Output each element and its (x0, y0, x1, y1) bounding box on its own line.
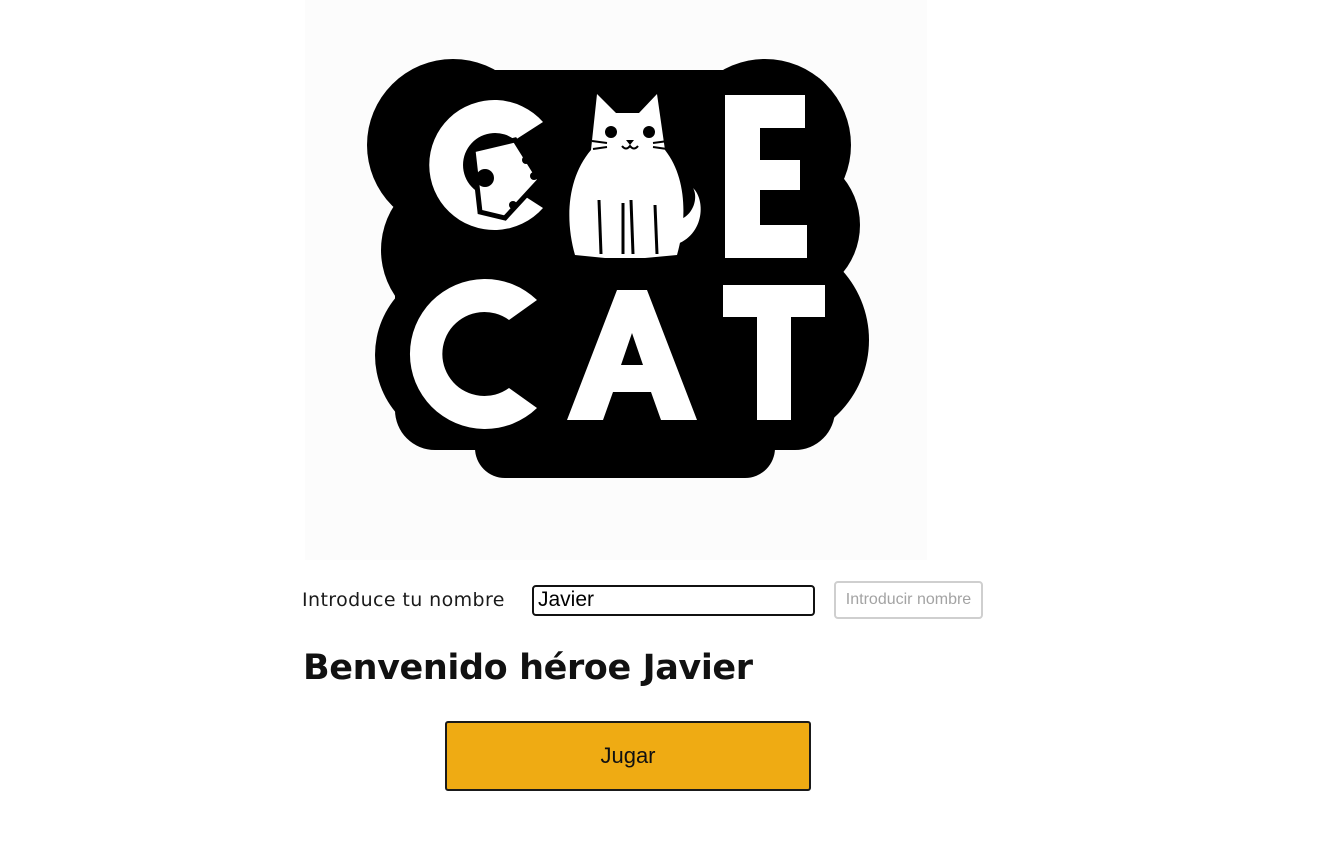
play-button[interactable]: Jugar (445, 721, 811, 791)
game-start-page: Introduce tu nombre Introducir nombre Be… (0, 0, 1320, 847)
game-logo (305, 0, 927, 560)
submit-name-button[interactable]: Introducir nombre (834, 581, 983, 619)
welcome-message: Benvenido héroe Javier (303, 648, 753, 688)
name-input[interactable] (532, 584, 815, 616)
name-form: Introduce tu nombre Introducir nombre (302, 581, 983, 619)
name-label: Introduce tu nombre (302, 589, 505, 611)
